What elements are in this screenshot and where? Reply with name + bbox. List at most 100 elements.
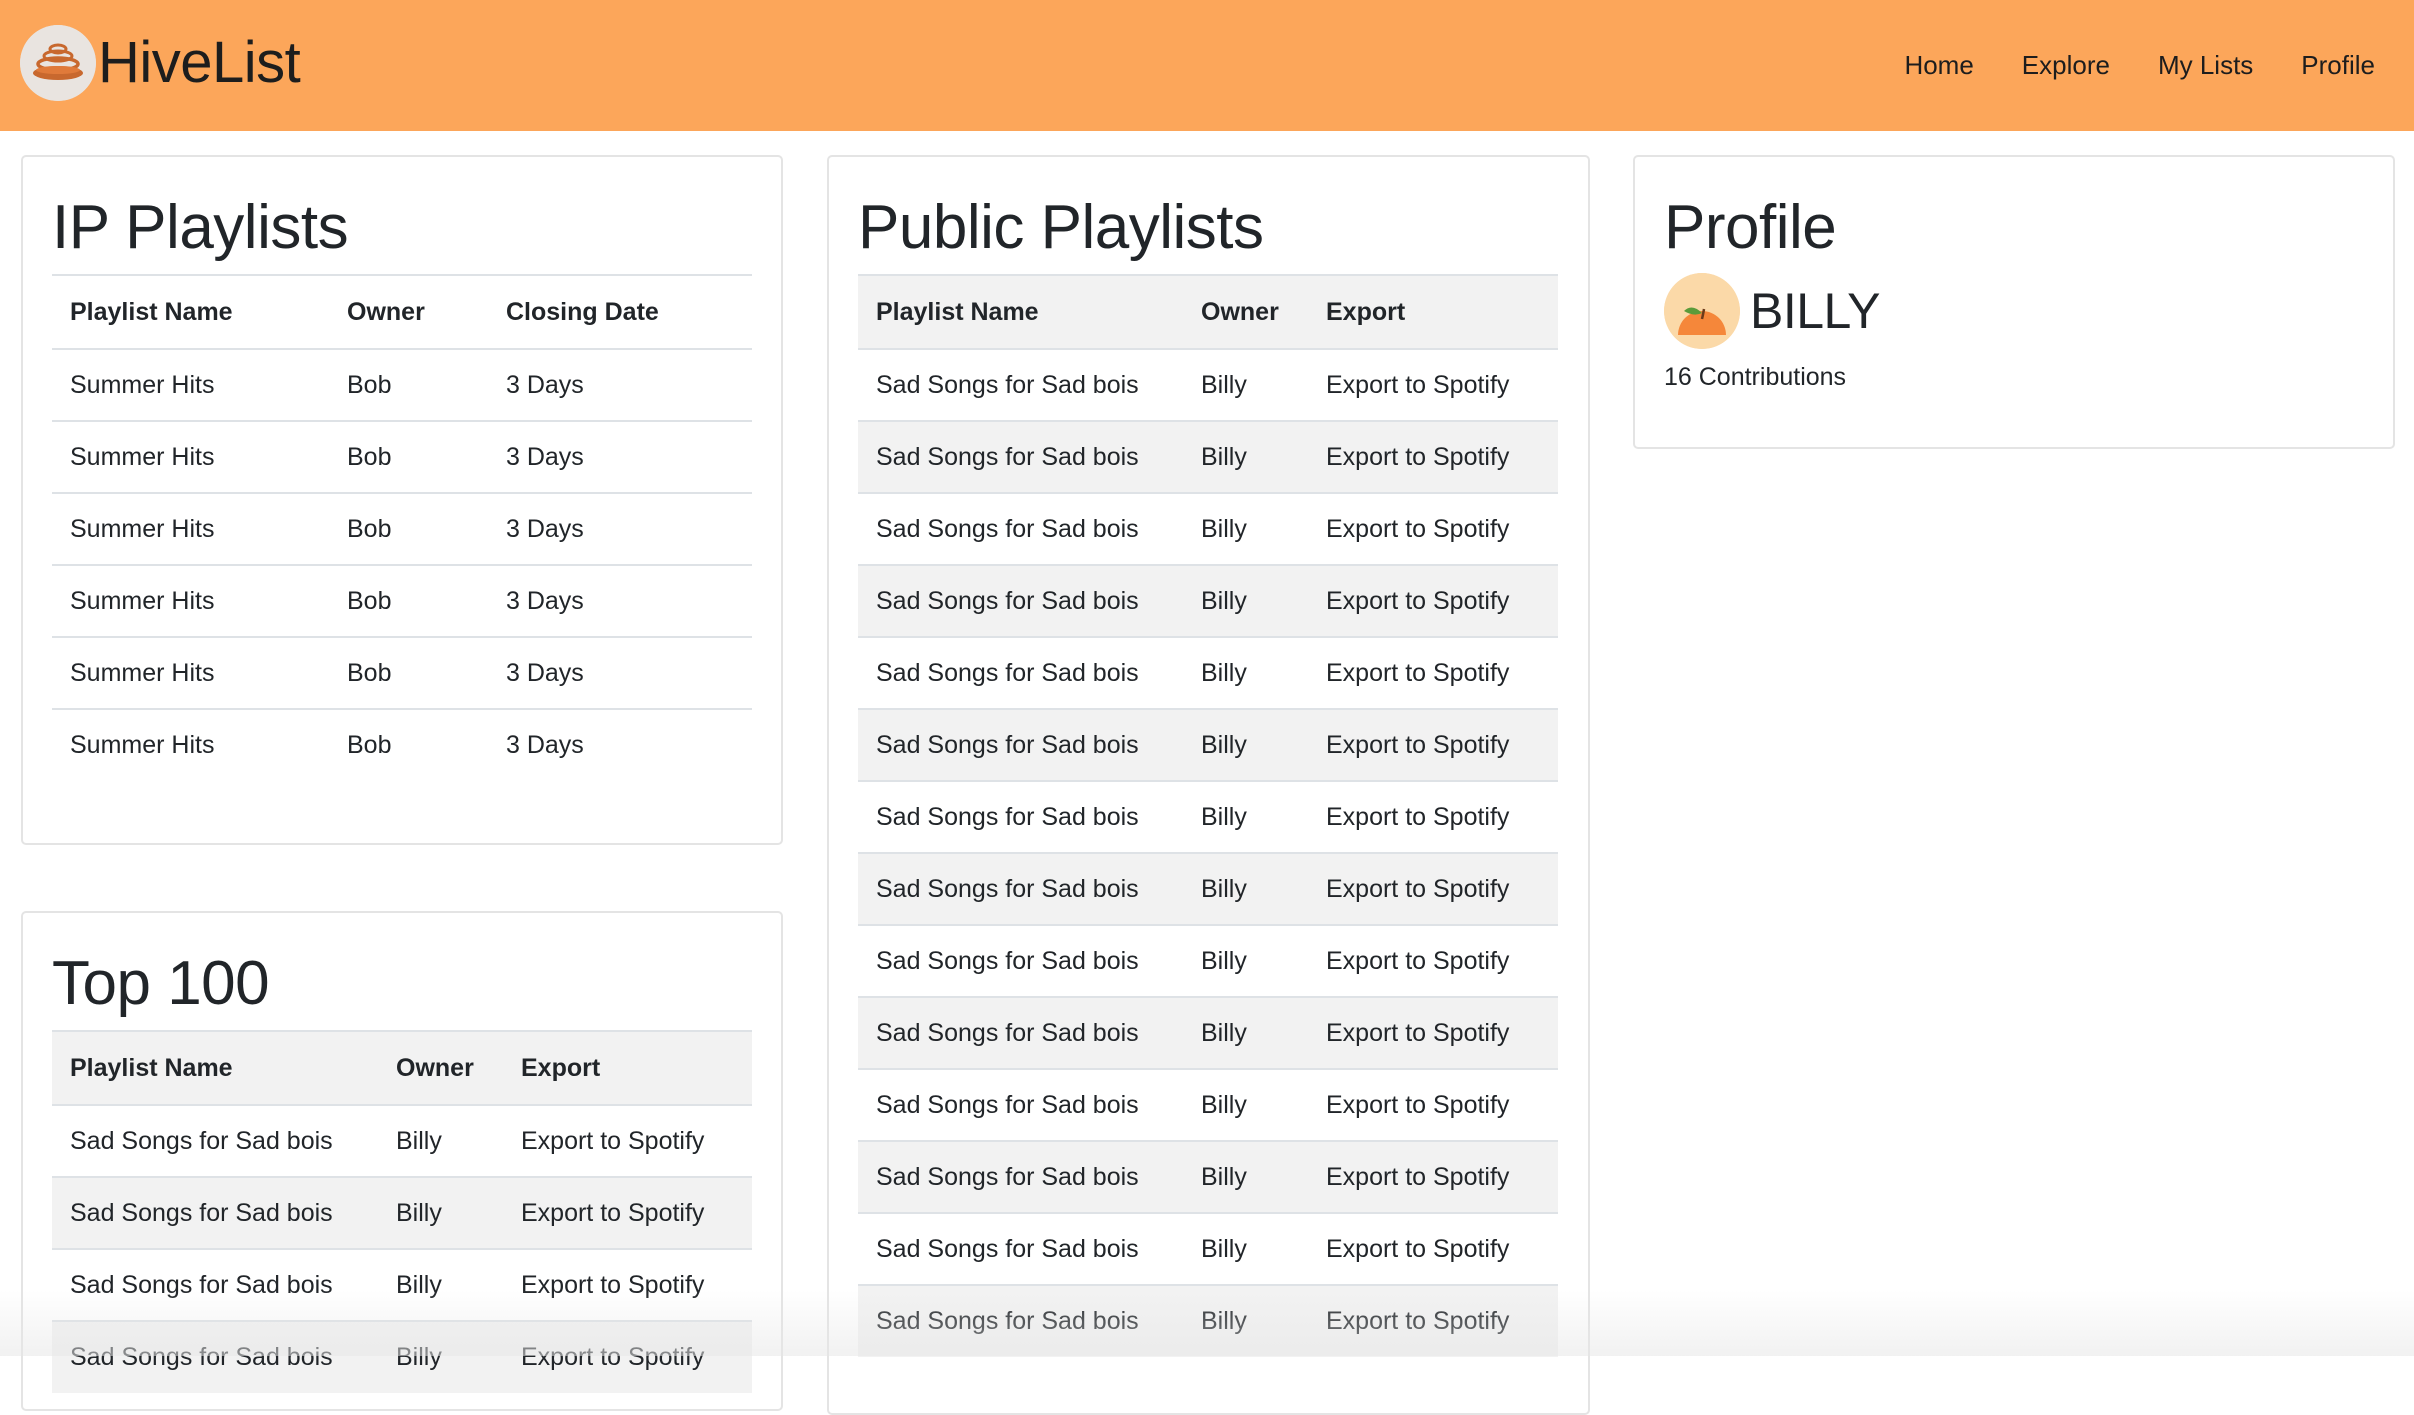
playlist-name[interactable]: Sad Songs for Sad bois (858, 924, 1183, 997)
export-to-spotify-link[interactable]: Export to Spotify (1308, 1140, 1558, 1213)
table-row[interactable]: Sad Songs for Sad bois Billy Export to Spo… (858, 420, 1558, 493)
playlist-name[interactable]: Sad Songs for Sad bois (858, 564, 1183, 637)
export-to-spotify-link[interactable]: Export to Spotify (1308, 852, 1558, 925)
table-row[interactable]: Summer Hits Bob 3 Days (52, 708, 752, 781)
playlist-name[interactable]: Sad Songs for Sad bois (52, 1320, 378, 1393)
playlist-name[interactable]: Sad Songs for Sad bois (52, 1248, 378, 1321)
table-row[interactable]: Sad Songs for Sad bois Billy Export to Spo… (858, 1212, 1558, 1285)
owner: Bob (329, 420, 488, 493)
owner: Bob (329, 564, 488, 637)
top-100-card: Top 100 Playlist Name Owner Export Sad S… (21, 911, 783, 1411)
export-to-spotify-link[interactable]: Export to Spotify (1308, 996, 1558, 1069)
table-row[interactable]: Sad Songs for Sad bois Billy Export to S… (52, 1176, 752, 1249)
export-to-spotify-link[interactable]: Export to Spotify (503, 1104, 752, 1177)
nav-explore[interactable]: Explore (2022, 48, 2110, 82)
playlist-name[interactable]: Sad Songs for Sad bois (858, 1284, 1183, 1357)
export-to-spotify-link[interactable]: Export to Spotify (1308, 348, 1558, 421)
column-header: Owner (378, 1030, 503, 1106)
export-to-spotify-link[interactable]: Export to Spotify (1308, 924, 1558, 997)
playlist-name[interactable]: Sad Songs for Sad bois (858, 1140, 1183, 1213)
table-row[interactable]: Sad Songs for Sad bois Billy Export to Spo… (858, 852, 1558, 925)
nav-home[interactable]: Home (1904, 48, 1973, 82)
owner: Bob (329, 492, 488, 565)
playlist-name[interactable]: Sad Songs for Sad bois (858, 708, 1183, 781)
column-header: Owner (1183, 274, 1308, 350)
table-row[interactable]: Sad Songs for Sad bois Billy Export to Spo… (858, 708, 1558, 781)
owner: Billy (1183, 708, 1308, 781)
profile-username: BILLY (1750, 283, 1881, 339)
table-row[interactable]: Sad Songs for Sad bois Billy Export to Spo… (858, 924, 1558, 997)
playlist-name[interactable]: Sad Songs for Sad bois (858, 348, 1183, 421)
table-row[interactable]: Sad Songs for Sad bois Billy Export to Spo… (858, 996, 1558, 1069)
table-row[interactable]: Summer Hits Bob 3 Days (52, 348, 752, 421)
table-row[interactable]: Sad Songs for Sad bois Billy Export to S… (52, 1248, 752, 1321)
export-to-spotify-link[interactable]: Export to Spotify (1308, 780, 1558, 853)
playlist-name[interactable]: Sad Songs for Sad bois (858, 636, 1183, 709)
closing-date: 3 Days (488, 348, 752, 421)
brand[interactable]: HiveList (20, 24, 301, 102)
playlist-name[interactable]: Summer Hits (52, 348, 329, 421)
export-to-spotify-link[interactable]: Export to Spotify (1308, 636, 1558, 709)
table-row[interactable]: Sad Songs for Sad bois Billy Export to S… (52, 1104, 752, 1177)
table-row[interactable]: Summer Hits Bob 3 Days (52, 636, 752, 709)
export-to-spotify-link[interactable]: Export to Spotify (503, 1248, 752, 1321)
owner: Billy (1183, 348, 1308, 421)
export-to-spotify-link[interactable]: Export to Spotify (1308, 1284, 1558, 1357)
table-row[interactable]: Summer Hits Bob 3 Days (52, 492, 752, 565)
export-to-spotify-link[interactable]: Export to Spotify (1308, 492, 1558, 565)
export-to-spotify-link[interactable]: Export to Spotify (1308, 564, 1558, 637)
table-row[interactable]: Sad Songs for Sad bois Billy Export to Spo… (858, 1140, 1558, 1213)
owner: Bob (329, 348, 488, 421)
export-to-spotify-link[interactable]: Export to Spotify (503, 1320, 752, 1393)
playlist-name[interactable]: Sad Songs for Sad bois (52, 1176, 378, 1249)
playlist-name[interactable]: Sad Songs for Sad bois (858, 1212, 1183, 1285)
table-row[interactable]: Summer Hits Bob 3 Days (52, 420, 752, 493)
table-row[interactable]: Sad Songs for Sad bois Billy Export to Spo… (858, 492, 1558, 565)
playlist-name[interactable]: Sad Songs for Sad bois (858, 996, 1183, 1069)
table-row[interactable]: Sad Songs for Sad bois Billy Export to Spo… (858, 348, 1558, 421)
owner: Billy (378, 1248, 503, 1321)
playlist-name[interactable]: Sad Songs for Sad bois (858, 852, 1183, 925)
column-header: Export (1308, 274, 1558, 350)
owner: Bob (329, 708, 488, 781)
export-to-spotify-link[interactable]: Export to Spotify (1308, 1068, 1558, 1141)
export-to-spotify-link[interactable]: Export to Spotify (1308, 420, 1558, 493)
table-row[interactable]: Summer Hits Bob 3 Days (52, 564, 752, 637)
playlist-name[interactable]: Sad Songs for Sad bois (858, 492, 1183, 565)
public-playlists-card: Public Playlists Playlist Name Owner Exp… (827, 155, 1590, 1415)
playlist-name[interactable]: Sad Songs for Sad bois (52, 1104, 378, 1177)
table-row[interactable]: Sad Songs for Sad bois Billy Export to Spo… (858, 636, 1558, 709)
playlist-name[interactable]: Sad Songs for Sad bois (858, 1068, 1183, 1141)
playlist-name[interactable]: Summer Hits (52, 636, 329, 709)
owner: Billy (378, 1176, 503, 1249)
owner: Billy (1183, 1212, 1308, 1285)
ip-playlists-card: IP Playlists Playlist Name Owner Closing… (21, 155, 783, 845)
profile-card: Profile BILLY 16 Contributions (1633, 155, 2395, 449)
export-to-spotify-link[interactable]: Export to Spotify (1308, 708, 1558, 781)
export-to-spotify-link[interactable]: Export to Spotify (503, 1176, 752, 1249)
top-navbar: HiveList Home Explore My Lists Profile (0, 0, 2414, 131)
closing-date: 3 Days (488, 636, 752, 709)
table-row[interactable]: Sad Songs for Sad bois Billy Export to Spo… (858, 1284, 1558, 1357)
nav-profile[interactable]: Profile (2301, 48, 2375, 82)
table-row[interactable]: Sad Songs for Sad bois Billy Export to Spo… (858, 564, 1558, 637)
public-playlists-title: Public Playlists (858, 193, 1264, 262)
nav-links: Home Explore My Lists Profile (1904, 48, 2375, 82)
brand-name: HiveList (98, 30, 301, 95)
playlist-name[interactable]: Summer Hits (52, 708, 329, 781)
export-to-spotify-link[interactable]: Export to Spotify (1308, 1212, 1558, 1285)
profile-title: Profile (1664, 193, 1837, 262)
profile-user: BILLY (1664, 273, 1881, 349)
table-row[interactable]: Sad Songs for Sad bois Billy Export to Spo… (858, 780, 1558, 853)
playlist-name[interactable]: Summer Hits (52, 492, 329, 565)
playlist-name[interactable]: Summer Hits (52, 564, 329, 637)
nav-my-lists[interactable]: My Lists (2158, 48, 2253, 82)
playlist-name[interactable]: Sad Songs for Sad bois (858, 780, 1183, 853)
playlist-name[interactable]: Summer Hits (52, 420, 329, 493)
playlist-name[interactable]: Sad Songs for Sad bois (858, 420, 1183, 493)
table-row[interactable]: Sad Songs for Sad bois Billy Export to S… (52, 1320, 752, 1393)
orange-fruit-avatar-icon (1664, 273, 1740, 349)
owner: Billy (378, 1104, 503, 1177)
owner: Billy (1183, 1068, 1308, 1141)
table-row[interactable]: Sad Songs for Sad bois Billy Export to Spo… (858, 1068, 1558, 1141)
